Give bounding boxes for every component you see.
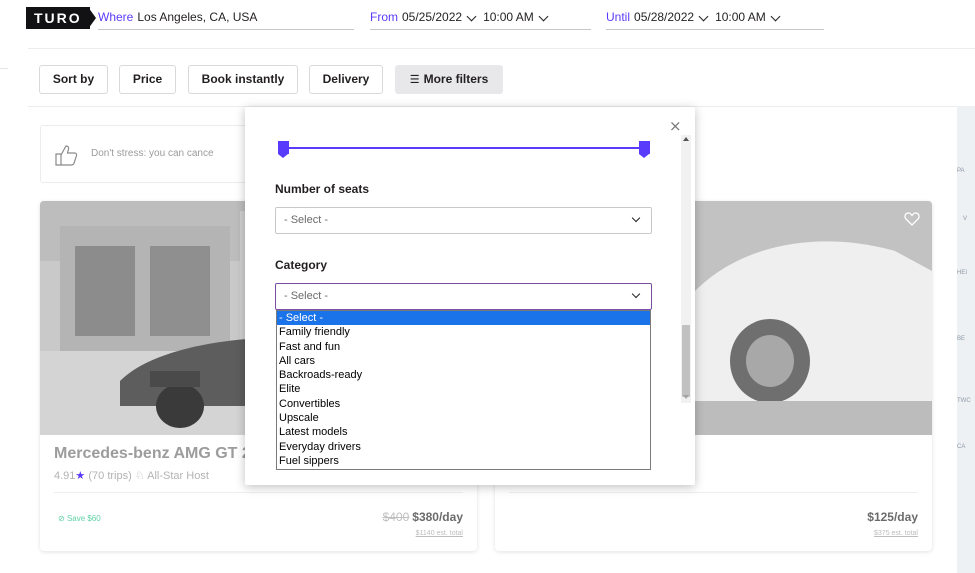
category-option[interactable]: Convertibles (277, 397, 650, 411)
seats-select[interactable]: - Select - (275, 207, 652, 234)
category-option[interactable]: Elite (277, 382, 650, 396)
from-date-chevron-down-icon[interactable] (466, 11, 477, 22)
price-filter-button[interactable]: Price (119, 65, 176, 94)
chevron-down-icon (631, 213, 641, 223)
until-date-chevron-down-icon[interactable] (698, 11, 709, 22)
category-option[interactable]: All cars (277, 354, 650, 368)
top-header: TURO Where Los Angeles, CA, USA From 05/25… (0, 0, 975, 48)
host-badge-icon: ♘ (134, 470, 145, 482)
car-meta: 4.91★ (70 trips) ♘ All-Star Host (54, 469, 209, 482)
category-option[interactable]: Fast and fun (277, 340, 650, 354)
from-time-chevron-down-icon[interactable] (538, 11, 549, 22)
price-range-track[interactable] (283, 147, 645, 149)
category-option[interactable]: Upscale (277, 411, 650, 425)
notice-text: Don't stress: you can cance (91, 148, 214, 159)
car-trips: (70 trips) (88, 470, 132, 482)
category-select[interactable]: - Select - (275, 283, 652, 310)
range-max-handle[interactable] (639, 141, 650, 158)
scroll-down-arrow-icon[interactable] (683, 395, 689, 399)
category-option[interactable]: Everyday drivers (277, 440, 650, 454)
scrollbar-thumb[interactable] (682, 325, 690, 397)
car-rating: 4.91 (54, 470, 76, 482)
map-label: CA (957, 444, 966, 450)
where-value: Los Angeles, CA, USA (137, 10, 258, 24)
est-total[interactable]: $375 est. total (874, 530, 918, 537)
logo-arrow (88, 7, 96, 29)
car-price: $400 $380/day (383, 510, 463, 524)
est-total[interactable]: $1140 est. total (416, 530, 463, 537)
save-badge: ⊘ Save $60 (58, 514, 101, 523)
from-label: From (370, 10, 398, 24)
until-date[interactable]: 05/28/2022 (634, 10, 694, 24)
from-date[interactable]: 05/25/2022 (402, 10, 462, 24)
cancellation-notice: Don't stress: you can cance (40, 125, 258, 183)
from-time[interactable]: 10:00 AM (483, 10, 534, 24)
category-option[interactable]: Fuel sippers (277, 454, 650, 468)
more-filters-label: More filters (423, 72, 489, 86)
host-status: All-Star Host (147, 470, 209, 482)
left-rule (0, 68, 8, 573)
category-option[interactable]: Backroads-ready (277, 368, 650, 382)
map-edge[interactable]: PA V HEI BE TWC CA (957, 106, 975, 573)
map-label: HEI (957, 270, 968, 276)
category-title: Category (275, 258, 328, 272)
turo-logo[interactable]: TURO (26, 7, 90, 29)
category-select-value: - Select - (284, 290, 329, 302)
tag-icon: ⊘ (58, 514, 65, 523)
until-time[interactable]: 10:00 AM (715, 10, 766, 24)
car-price: $125/day (867, 510, 918, 524)
seats-select-value: - Select - (284, 214, 329, 226)
car-title[interactable]: Mercedes-benz AMG GT 2 (54, 445, 251, 463)
where-label: Where (98, 10, 134, 24)
daily-price: $125/day (867, 510, 918, 524)
save-amount: Save $60 (66, 514, 101, 523)
from-field[interactable]: From 05/25/2022 10:00 AM (370, 10, 591, 30)
thumbs-up-icon (55, 145, 78, 166)
range-min-handle[interactable] (278, 141, 289, 158)
panel-scrollbar[interactable] (681, 135, 691, 403)
until-field[interactable]: Until 05/28/2022 10:00 AM (606, 10, 824, 30)
sort-by-button[interactable]: Sort by (39, 65, 108, 94)
card-divider (54, 492, 463, 493)
category-option[interactable]: Family friendly (277, 325, 650, 339)
until-label: Until (606, 10, 631, 24)
chevron-down-icon (631, 289, 641, 299)
delivery-filter-button[interactable]: Delivery (309, 65, 383, 94)
map-label: BE (957, 336, 966, 342)
old-price: $400 (382, 510, 410, 524)
category-option[interactable]: Latest models (277, 425, 650, 439)
category-dropdown-list[interactable]: - Select - Family friendly Fast and fun All… (276, 310, 651, 470)
until-time-chevron-down-icon[interactable] (770, 11, 781, 22)
heart-icon[interactable] (904, 211, 920, 227)
more-filters-button[interactable]: ☰ More filters (395, 65, 503, 94)
map-label: PA (957, 168, 965, 174)
scroll-up-arrow-icon[interactable] (683, 137, 689, 141)
map-label: TWC (957, 398, 971, 404)
card-divider (509, 492, 918, 493)
map-label: V (963, 216, 968, 222)
sliders-icon: ☰ (409, 74, 420, 86)
seats-title: Number of seats (275, 182, 370, 196)
daily-price: $380/day (412, 510, 463, 524)
header-divider (28, 48, 975, 49)
close-icon[interactable]: × (669, 119, 682, 134)
where-field[interactable]: Where Los Angeles, CA, USA (98, 10, 354, 30)
star-icon: ★ (75, 470, 86, 482)
category-option[interactable]: - Select - (277, 311, 650, 326)
book-instantly-button[interactable]: Book instantly (188, 65, 298, 94)
